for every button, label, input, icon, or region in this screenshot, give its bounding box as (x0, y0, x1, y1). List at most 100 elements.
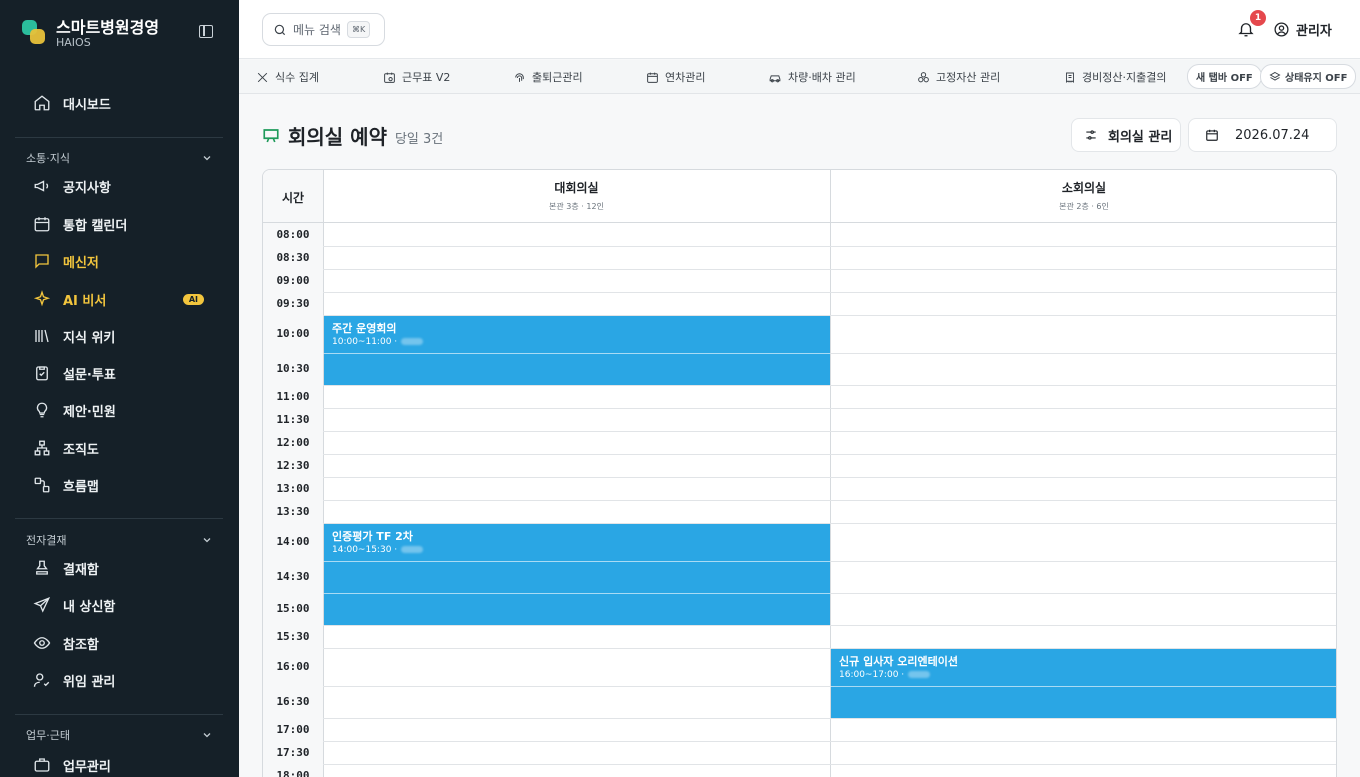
sidebar-item-ai-assistant[interactable]: AI 비서 AI (22, 284, 222, 314)
lightbulb-icon (32, 400, 52, 420)
new-tabbar-toggle[interactable]: 새 탭바 OFF (1187, 64, 1262, 89)
search-shortcut: ⌘K (346, 21, 371, 38)
page-title: 회의실 예약 (288, 125, 387, 149)
reservation-block[interactable]: 신규 입사자 오리엔테이션 16:00~17:00 · (831, 649, 1336, 718)
search-placeholder: 메뉴 검색 (293, 23, 341, 37)
time-row-line (263, 764, 1336, 765)
sidebar-item-wiki[interactable]: 지식 위키 (22, 321, 222, 351)
sidebar-item-approval-box[interactable]: 결재함 (22, 553, 222, 583)
section-work[interactable]: 업무·근태 (26, 727, 212, 743)
divider (15, 137, 223, 138)
section-approval[interactable]: 전자결재 (26, 532, 212, 548)
stamp-icon (32, 558, 52, 578)
time-row-line (263, 269, 1336, 270)
sidebar-item-suggestion[interactable]: 제안·민원 (22, 395, 222, 425)
sidebar-item-calendar[interactable]: 통합 캘린더 (22, 209, 222, 239)
tab-label: 고정자산 관리 (936, 71, 1001, 84)
sidebar-item-dashboard[interactable]: 대시보드 (22, 88, 222, 118)
room-name: 소회의실 (1061, 181, 1107, 195)
section-communication[interactable]: 소통·지식 (26, 150, 212, 166)
tab-vehicle[interactable]: 차량·배차 관리 (768, 60, 856, 94)
calendar-icon (32, 214, 52, 234)
toggle-label: 새 탭바 OFF (1196, 73, 1253, 84)
sidebar-item-survey[interactable]: 설문·투표 (22, 358, 222, 388)
chevron-down-icon (203, 733, 211, 738)
tab-fixed-assets[interactable]: 고정자산 관리 (917, 60, 1000, 94)
reservation-block[interactable]: 주간 운영회의 10:00~11:00 · (324, 316, 830, 385)
time-slot-label: 17:30 (263, 741, 323, 764)
sidebar-item-flowmap[interactable]: 흐름맵 (22, 470, 222, 500)
time-slot-label: 12:30 (263, 454, 323, 477)
brand-subtitle: HAIOS (56, 36, 91, 49)
boxes-icon (918, 71, 929, 82)
slot-separator (324, 353, 830, 354)
send-icon (32, 595, 52, 615)
sidebar-item-label: 지식 위키 (63, 330, 116, 346)
message-icon (32, 251, 52, 271)
sidebar-item-label: 참조함 (63, 637, 99, 653)
sidebar-collapse-icon[interactable] (199, 25, 213, 38)
sidebar-item-my-submissions[interactable]: 내 상신함 (22, 590, 222, 620)
time-slot-label: 14:30 (263, 561, 323, 593)
menu-search[interactable]: 메뉴 검색 ⌘K (262, 13, 385, 46)
sidebar-item-reference[interactable]: 참조함 (22, 628, 222, 658)
page-count: 당일 3건 (394, 132, 444, 147)
brand[interactable]: 스마트병원경영 HAIOS (22, 14, 222, 54)
sidebar-item-label: 내 상신함 (63, 599, 116, 615)
reservation-time: 16:00~17:00 · (839, 670, 931, 680)
logo-icon (22, 20, 46, 44)
time-slot-label: 15:00 (263, 593, 323, 625)
sidebar-item-label: 대시보드 (63, 97, 111, 113)
user-menu[interactable]: 관리자 (1273, 20, 1332, 39)
time-slot-label: 14:00 (263, 523, 323, 561)
search-icon (274, 24, 286, 35)
header-label: 시간 (281, 191, 305, 205)
manage-rooms-button[interactable]: 회의실 관리 (1071, 118, 1181, 152)
sidebar-item-work-management[interactable]: 업무관리 (22, 750, 222, 777)
page-header: 회의실 예약 당일 3건 (262, 121, 443, 150)
sidebar-item-label: 조직도 (63, 442, 99, 458)
slot-separator (324, 593, 830, 594)
sidebar-item-org-chart[interactable]: 조직도 (22, 433, 222, 463)
section-label: 업무·근태 (26, 729, 70, 742)
room-name: 대회의실 (554, 181, 599, 195)
selected-date: 2026.07.24 (1235, 127, 1310, 143)
time-slot-label: 11:00 (263, 385, 323, 408)
tab-leave[interactable]: 연차관리 (646, 60, 705, 94)
time-slot-label: 09:30 (263, 292, 323, 315)
reservation-title: 신규 입사자 오리엔테이션 (839, 655, 958, 668)
toggle-label: 상태유지 OFF (1285, 73, 1348, 84)
time-slot-label: 10:30 (263, 353, 323, 385)
sidebar-item-notice[interactable]: 공지사항 (22, 171, 222, 201)
time-row-line (263, 385, 1336, 386)
tab-label: 차량·배차 관리 (788, 71, 856, 84)
redacted-organizer (401, 546, 424, 553)
room-schedule: 시간 대회의실 본관 3층 · 12인 소회의실 본관 2층 · 6인 08:0… (262, 169, 1337, 777)
time-row-line (263, 454, 1336, 455)
time-slot-label: 17:00 (263, 718, 323, 741)
ai-badge: AI (182, 293, 204, 305)
time-slot-label: 08:00 (263, 223, 323, 246)
tab-duty-roster[interactable]: 근무표 V2 (383, 60, 450, 94)
reservation-title: 인증평가 TF 2차 (332, 530, 413, 543)
receipt-icon (1066, 72, 1074, 83)
car-icon (769, 74, 781, 82)
reservation-time: 14:00~15:30 · (332, 545, 424, 555)
sidebar-item-label: 위임 관리 (63, 674, 116, 690)
sidebar-item-messenger[interactable]: 메신저 (22, 246, 222, 276)
app-root: 스마트병원경영 HAIOS 대시보드 소통·지식 공지사항 통합 캘린더 메신저… (0, 0, 1360, 777)
tab-attendance[interactable]: 출퇴근관리 (513, 60, 583, 94)
quick-tabs: 식수 집계 근무표 V2 출퇴근관리 연차관리 차량·배차 관리 고정자산 관리… (239, 60, 1360, 94)
time-slot-label: 13:00 (263, 477, 323, 500)
date-picker[interactable]: 2026.07.24 (1188, 118, 1337, 152)
tab-expense[interactable]: 경비정산·지출결의 (1064, 60, 1166, 94)
reservation-block[interactable]: 인증평가 TF 2차 14:00~15:30 · (324, 524, 830, 625)
time-slot-label: 13:30 (263, 500, 323, 523)
briefcase-icon (32, 755, 52, 775)
tab-meal-count[interactable]: 식수 집계 (256, 60, 319, 94)
chevron-down-icon (203, 538, 211, 543)
time-row-line (263, 431, 1336, 432)
sidebar-item-delegation[interactable]: 위임 관리 (22, 665, 222, 695)
keep-state-toggle[interactable]: 상태유지 OFF (1260, 64, 1357, 89)
time-row-line (263, 408, 1336, 409)
